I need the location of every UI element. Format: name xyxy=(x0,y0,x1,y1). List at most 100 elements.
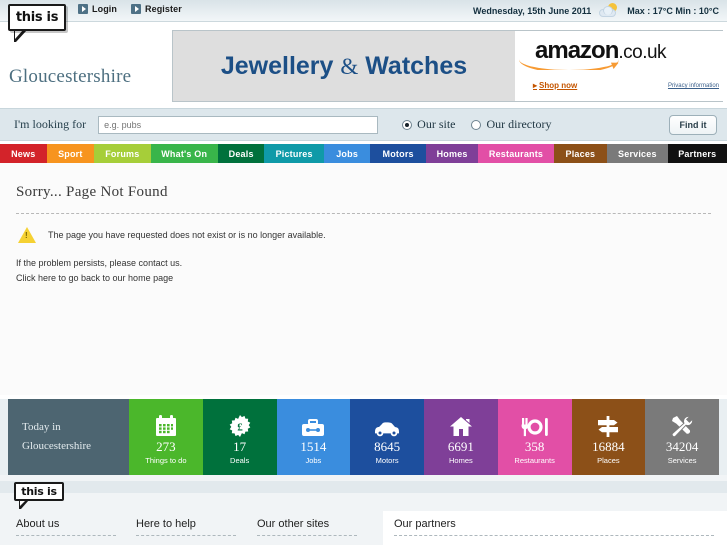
today-label-line1: Today in xyxy=(22,421,61,433)
svg-text:£: £ xyxy=(237,422,243,434)
today-label-line2: Gloucestershire xyxy=(22,440,92,452)
brand-name: Gloucestershire xyxy=(9,66,132,87)
stat-label: Motors xyxy=(375,456,399,465)
nav-item-jobs[interactable]: Jobs xyxy=(323,144,371,163)
stat-tile-deals[interactable]: £17 Deals xyxy=(202,399,277,475)
radio-our-directory[interactable]: Our directory xyxy=(471,117,551,132)
register-label: Register xyxy=(145,4,182,14)
radio-our-site[interactable]: Our site xyxy=(402,117,455,132)
register-link[interactable]: Register xyxy=(131,4,182,14)
stat-label: Jobs xyxy=(305,456,322,465)
stat-tile-jobs[interactable]: 1514 Jobs xyxy=(276,399,351,475)
footer-column-our-partners: Our partners xyxy=(394,518,714,536)
house-icon xyxy=(449,413,473,437)
nav-item-sport[interactable]: Sport xyxy=(46,144,95,163)
stat-tile-homes[interactable]: 6691 Homes xyxy=(424,399,498,475)
footer-column-title[interactable]: Our other sites xyxy=(257,518,357,530)
stat-label: Deals xyxy=(230,456,250,465)
find-it-button[interactable]: Find it xyxy=(669,115,717,135)
top-utility-bar: Login Register Wednesday, 15th June 2011… xyxy=(0,0,727,22)
warning-message: The page you have requested does not exi… xyxy=(18,227,326,243)
amazon-panel: amazon.co.uk Shop now Privacy informatio… xyxy=(515,31,723,101)
login-label: Login xyxy=(92,4,117,14)
radio-dot-icon xyxy=(471,119,482,130)
page-title: Sorry... Page Not Found xyxy=(16,184,168,200)
main-navigation: News Sport Forums What's On Deals Pictures Job… xyxy=(0,144,727,163)
nav-item-forums[interactable]: Forums xyxy=(94,144,151,163)
site-logo-tail xyxy=(14,30,27,42)
ad-headline-main: Jewellery xyxy=(220,51,334,80)
nav-item-services[interactable]: Services xyxy=(607,144,668,163)
ad-headline-amp: & xyxy=(340,53,359,79)
footer-column-title[interactable]: Here to help xyxy=(136,518,236,530)
search-input[interactable] xyxy=(98,115,379,134)
nav-item-restaurants[interactable]: Restaurants xyxy=(478,144,554,163)
amazon-tld: .co.uk xyxy=(618,42,667,63)
site-logo-text: this is xyxy=(15,10,59,25)
radio-dot-selected-icon xyxy=(402,119,413,130)
page-root: Login Register Wednesday, 15th June 2011… xyxy=(0,0,727,545)
nav-item-places[interactable]: Places xyxy=(553,144,608,163)
warning-triangle-icon xyxy=(18,227,36,243)
nav-item-news[interactable]: News xyxy=(0,144,47,163)
stat-tile-things-to-do[interactable]: 273 Things to do xyxy=(129,399,203,475)
nav-item-partners[interactable]: Partners xyxy=(667,144,727,163)
stat-count: 8645 xyxy=(374,439,401,454)
main-content: Sorry... Page Not Found The page you hav… xyxy=(0,163,727,395)
car-icon xyxy=(373,413,401,437)
stat-tile-services[interactable]: 34204 Services xyxy=(645,399,719,475)
calendar-icon xyxy=(154,413,178,437)
briefcase-icon xyxy=(301,413,325,437)
cutlery-icon xyxy=(521,413,549,437)
stat-count: 358 xyxy=(524,439,545,454)
shop-now-link[interactable]: Shop now xyxy=(533,81,577,90)
stat-count: 34204 xyxy=(665,439,699,454)
stat-label: Things to do xyxy=(145,456,187,465)
nav-item-homes[interactable]: Homes xyxy=(425,144,479,163)
stat-label: Services xyxy=(667,456,697,465)
advertisement-banner[interactable]: Jewellery & Watches amazon.co.uk Shop no… xyxy=(172,30,723,102)
login-link[interactable]: Login xyxy=(78,4,117,14)
nav-item-deals[interactable]: Deals xyxy=(217,144,265,163)
divider xyxy=(136,535,236,536)
date-weather-group: Wednesday, 15th June 2011 Max : 17°C Min… xyxy=(473,3,719,18)
stat-label: Restaurants xyxy=(514,456,555,465)
footer-column-title[interactable]: Our partners xyxy=(394,518,714,530)
footer-column-about-us: About us xyxy=(16,518,116,536)
divider xyxy=(394,535,714,536)
warning-text: The page you have requested does not exi… xyxy=(48,230,326,240)
nav-item-pictures[interactable]: Pictures xyxy=(264,144,324,163)
divider xyxy=(257,535,357,536)
footer-column-title[interactable]: About us xyxy=(16,518,116,530)
ad-headline: Jewellery & Watches xyxy=(221,52,467,81)
stat-count: 6691 xyxy=(447,439,474,454)
temperature-range: Max : 17°C Min : 10°C xyxy=(627,5,719,16)
stat-label: Homes xyxy=(448,456,473,465)
arrow-icon xyxy=(78,4,88,14)
home-page-link[interactable]: Click here to go back to our home page xyxy=(16,273,173,283)
footer-column-our-other-sites: Our other sites xyxy=(257,518,357,536)
stat-tile-motors[interactable]: 8645 Motors xyxy=(350,399,424,475)
stat-count: 17 xyxy=(233,439,247,454)
ad-headline-tail: Watches xyxy=(365,51,468,80)
search-bar: I'm looking for Our site Our directory F… xyxy=(0,108,727,141)
today-stats-inner: Today in Gloucestershire 273 Things to do… xyxy=(8,399,719,475)
site-logo[interactable]: this is xyxy=(8,4,66,31)
search-scope-options: Our site Our directory xyxy=(402,117,551,132)
top-utility-links: Login Register xyxy=(78,4,182,14)
privacy-information-link[interactable]: Privacy information xyxy=(668,83,719,89)
radio-our-directory-label: Our directory xyxy=(486,117,552,131)
stat-tile-places[interactable]: 16884 Places xyxy=(571,399,646,475)
current-date: Wednesday, 15th June 2011 xyxy=(473,5,592,16)
footer-logo-tail xyxy=(19,500,29,509)
stat-tiles: 273 Things to do £17 Deals 1514 Jobs 8645 Motor… xyxy=(129,399,719,475)
nav-item-motors[interactable]: Motors xyxy=(370,144,426,163)
footer-logo[interactable]: this is xyxy=(14,482,64,501)
footer-strip xyxy=(0,481,727,493)
contact-us-text[interactable]: If the problem persists, please contact … xyxy=(16,258,182,268)
ad-headline-panel: Jewellery & Watches xyxy=(173,31,515,101)
arrow-icon xyxy=(131,4,141,14)
stat-tile-restaurants[interactable]: 358 Restaurants xyxy=(497,399,572,475)
nav-item-what-s-on[interactable]: What's On xyxy=(150,144,218,163)
divider xyxy=(16,213,711,214)
